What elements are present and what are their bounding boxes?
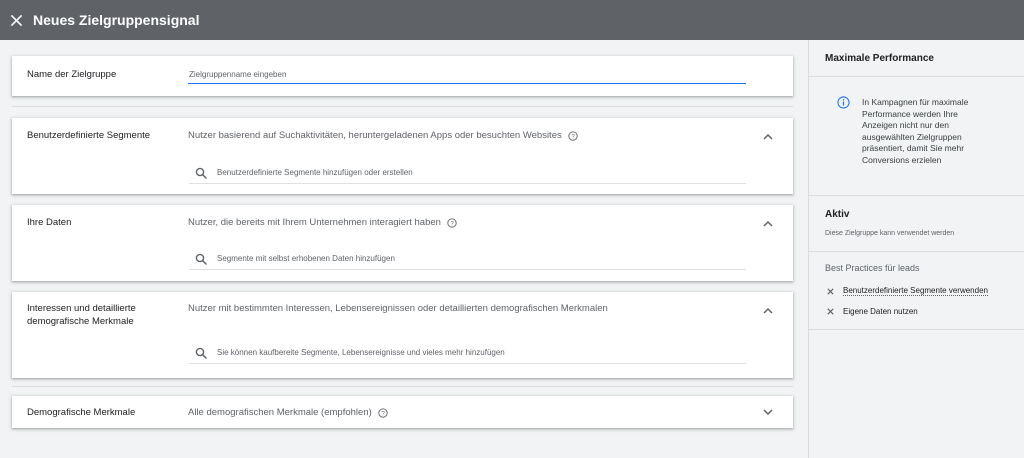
collapse-interests-button[interactable] — [761, 303, 775, 317]
demographics-description-row: Alle demografischen Merkmale (empfohlen)… — [188, 406, 388, 419]
chevron-up-icon — [763, 307, 773, 314]
close-icon — [10, 14, 22, 26]
side-divider — [809, 195, 1024, 196]
demographics-card[interactable]: Demografische Merkmale Alle demografisch… — [12, 396, 793, 428]
your-data-search-row — [189, 248, 746, 270]
chevron-up-icon — [763, 220, 773, 227]
main-panel: Name der Zielgruppe Benutzerdefinierte S… — [0, 40, 808, 458]
side-divider — [809, 251, 1024, 252]
status-text: Diese Zielgruppe kann verwendet werden — [825, 230, 955, 237]
custom-segments-search-row — [189, 162, 746, 184]
chevron-up-icon — [763, 133, 773, 140]
section-divider — [12, 386, 793, 387]
side-divider — [809, 329, 1024, 330]
audience-name-input[interactable] — [188, 66, 746, 84]
interests-label-line1: Interessen und detaillierte — [27, 303, 136, 314]
your-data-description-row: Nutzer, die bereits mit Ihrem Unternehme… — [188, 216, 457, 229]
your-data-search-input[interactable] — [217, 254, 717, 263]
audience-name-label: Name der Zielgruppe — [27, 69, 117, 80]
interests-label-line2: demografische Merkmale — [27, 316, 134, 327]
audience-name-card: Name der Zielgruppe — [12, 56, 793, 96]
collapse-your-data-button[interactable] — [761, 216, 775, 230]
expand-demographics-button[interactable] — [761, 405, 775, 419]
custom-segments-label: Benutzerdefinierte Segmente — [27, 130, 151, 141]
section-divider — [12, 106, 793, 107]
interests-search-input[interactable] — [217, 348, 717, 357]
best-practice-link[interactable]: Benutzerdefinierte Segmente verwenden — [843, 286, 988, 296]
demographics-description: Alle demografischen Merkmale (empfohlen) — [188, 407, 372, 418]
close-icon[interactable] — [827, 287, 834, 295]
help-icon[interactable]: ? — [378, 407, 388, 418]
search-icon — [195, 347, 207, 359]
side-divider — [809, 76, 1024, 77]
help-icon[interactable]: ? — [568, 130, 578, 141]
search-icon — [195, 253, 207, 265]
custom-segments-card: Benutzerdefinierte Segmente Nutzer basie… — [12, 118, 793, 194]
interests-card: Interessen und detaillierte demografisch… — [12, 292, 793, 378]
best-practice-item: Eigene Daten nutzen — [827, 307, 918, 316]
best-practices-title: Best Practices für leads — [825, 263, 920, 273]
info-text: In Kampagnen für maximale Performance we… — [862, 97, 969, 165]
info-icon — [837, 96, 850, 109]
search-icon — [195, 167, 207, 179]
custom-segments-search-input[interactable] — [217, 168, 717, 177]
chevron-down-icon — [763, 408, 773, 415]
custom-segments-description-row: Nutzer basierend auf Suchaktivitäten, he… — [188, 129, 578, 142]
interests-description: Nutzer mit bestimmten Interessen, Lebens… — [188, 303, 608, 314]
interests-label: Interessen und detaillierte demografisch… — [27, 302, 136, 328]
custom-segments-description: Nutzer basierend auf Suchaktivitäten, he… — [188, 130, 562, 141]
collapse-custom-segments-button[interactable] — [761, 129, 775, 143]
status-title: Aktiv — [825, 209, 850, 220]
your-data-card: Ihre Daten Nutzer, die bereits mit Ihrem… — [12, 205, 793, 281]
side-panel-title: Maximale Performance — [825, 53, 934, 64]
demographics-label: Demografische Merkmale — [27, 407, 136, 418]
dialog-title: Neues Zielgruppensignal — [33, 12, 200, 28]
close-button[interactable] — [8, 12, 24, 28]
interests-description-row: Nutzer mit bestimmten Interessen, Lebens… — [188, 302, 608, 315]
dialog-header: Neues Zielgruppensignal — [0, 0, 1024, 40]
your-data-description: Nutzer, die bereits mit Ihrem Unternehme… — [188, 217, 441, 228]
best-practice-label: Eigene Daten nutzen — [843, 307, 918, 316]
help-icon[interactable]: ? — [447, 217, 457, 228]
best-practice-item: Benutzerdefinierte Segmente verwenden — [827, 286, 988, 296]
your-data-label: Ihre Daten — [27, 217, 72, 228]
info-side-panel: Maximale Performance In Kampagnen für ma… — [808, 40, 1024, 458]
close-icon[interactable] — [827, 308, 834, 315]
interests-search-row — [189, 342, 746, 364]
